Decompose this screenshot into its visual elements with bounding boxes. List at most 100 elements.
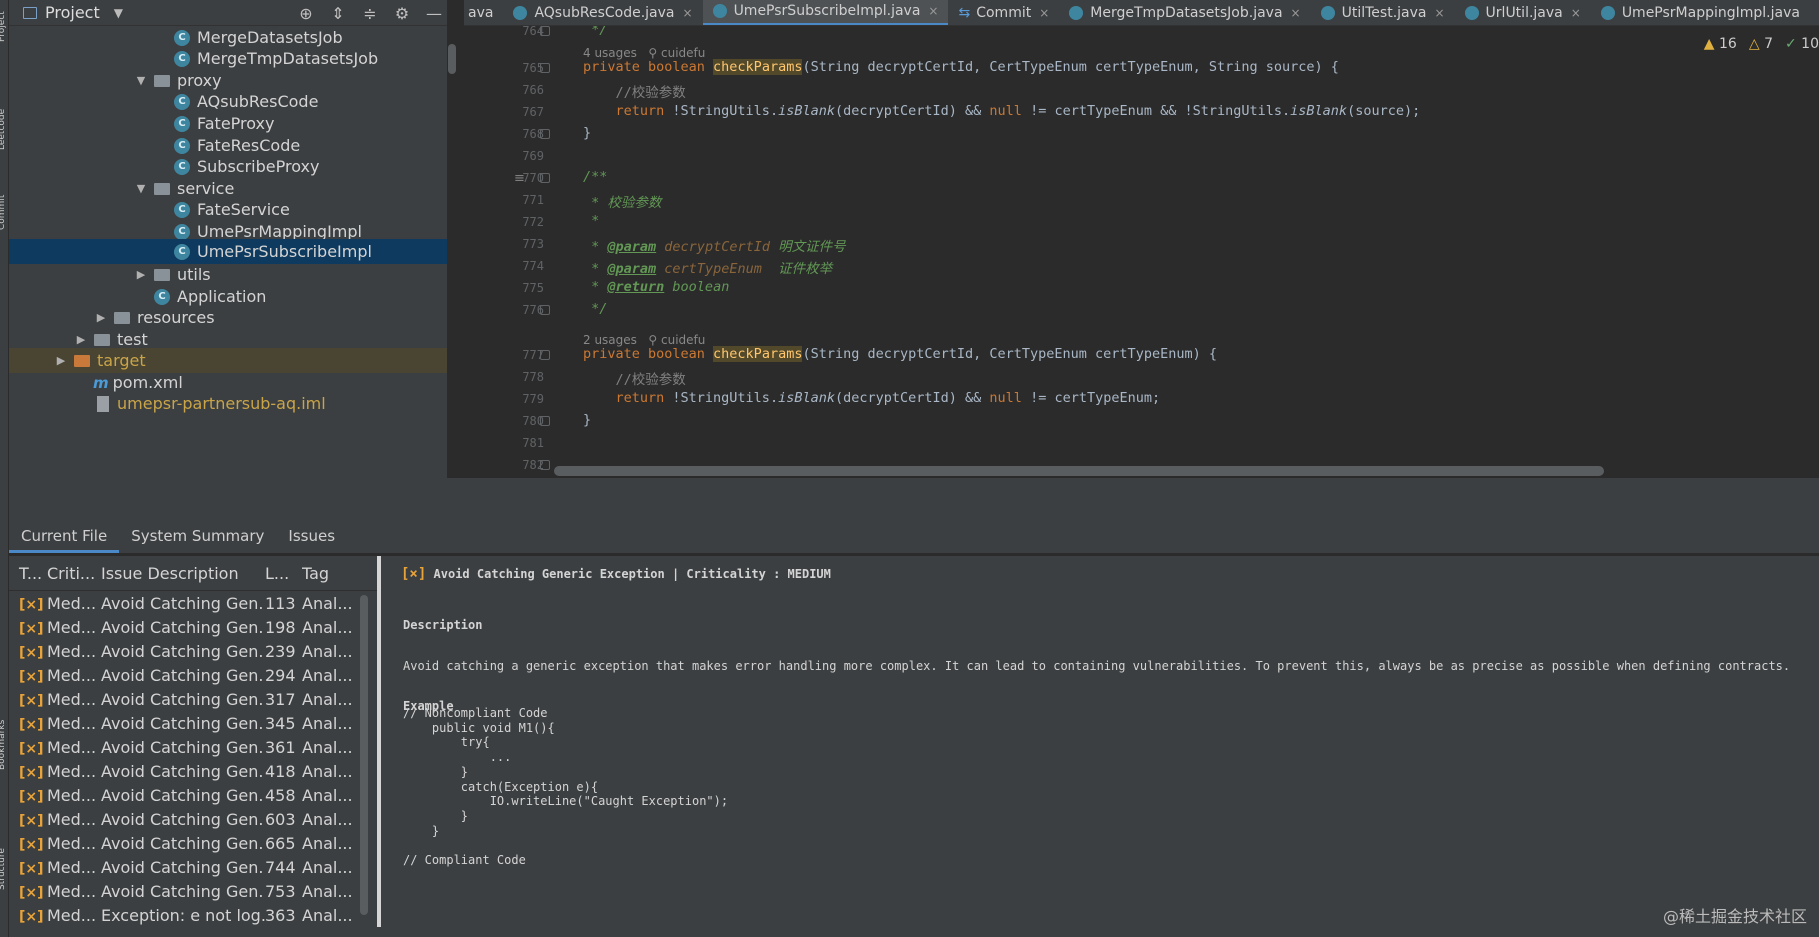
- fold-marker[interactable]: [540, 63, 550, 73]
- project-icon: [23, 6, 37, 19]
- issue-type-cell: [×]: [9, 594, 47, 613]
- table-row[interactable]: [×] Med... Avoid Catching Gen... 744 Anal...: [9, 855, 377, 879]
- tab-active[interactable]: UmePsrSubscribeImpl.java ×: [702, 0, 949, 25]
- tree-item[interactable]: umepsr-partnersub-aq.iml: [9, 391, 447, 416]
- tab[interactable]: ava: [464, 0, 503, 25]
- table-row[interactable]: [×] Med... Avoid Catching Gen... 317 Anal...: [9, 687, 377, 711]
- locate-icon[interactable]: ⊕: [297, 4, 315, 23]
- line-number: 772: [522, 215, 544, 229]
- strip-commit[interactable]: Commit: [0, 170, 9, 230]
- tag-cell: Anal...: [302, 713, 352, 733]
- issue-type-cell: [×]: [9, 618, 47, 637]
- criticality-cell: Med...: [47, 617, 97, 637]
- col-tag[interactable]: Tag: [302, 564, 352, 583]
- fold-marker[interactable]: [540, 173, 550, 183]
- tab[interactable]: ⇆ Commit ×: [948, 0, 1059, 25]
- tab-system-summary[interactable]: System Summary: [119, 527, 276, 553]
- col-type[interactable]: T...: [9, 564, 47, 583]
- tag-cell: Anal...: [302, 737, 352, 757]
- usages-hint[interactable]: 4 usages ⚲ cuidefu: [583, 46, 705, 60]
- strip-structure[interactable]: Structure: [0, 820, 9, 890]
- chevron-right-icon[interactable]: ▶: [94, 311, 108, 324]
- close-icon[interactable]: ×: [1434, 6, 1444, 20]
- ide-window: Project Leetcode Commit Bookmarks Struct…: [0, 0, 1819, 937]
- fold-marker[interactable]: [540, 129, 550, 139]
- chevron-right-icon[interactable]: ▶: [54, 354, 68, 367]
- example-code-line: }: [403, 823, 440, 838]
- inspector-tabs: Current File System Summary Issues: [9, 512, 1819, 553]
- inspection-widget[interactable]: ▲ 16 △ 7 ✓ 10: [1704, 36, 1819, 52]
- table-row[interactable]: [×] Med... Avoid Catching Gen... 361 Anal...: [9, 735, 377, 759]
- horizontal-scrollbar[interactable]: [554, 466, 1604, 476]
- table-row[interactable]: [×] Med... Avoid Catching Gen... 294 Anal...: [9, 663, 377, 687]
- usages-hint[interactable]: 2 usages ⚲ cuidefu: [583, 333, 705, 347]
- collapse-all-icon[interactable]: ≑: [361, 4, 379, 23]
- fold-marker[interactable]: [540, 26, 550, 36]
- person-icon: ⚲: [648, 333, 658, 347]
- table-row[interactable]: [×] Med... Avoid Catching Gen... 418 Anal...: [9, 759, 377, 783]
- table-row[interactable]: [×] Med... Avoid Catching Gen... 603 Anal...: [9, 807, 377, 831]
- ok-count[interactable]: ✓ 10: [1785, 36, 1819, 52]
- issue-detail: [×] Avoid Catching Generic Exception | C…: [381, 556, 1819, 927]
- chevron-right-icon[interactable]: ▶: [74, 333, 88, 346]
- table-row[interactable]: [×] Med... Avoid Catching Gen... 458 Anal...: [9, 783, 377, 807]
- close-icon[interactable]: ×: [928, 4, 938, 18]
- issues-scrollbar[interactable]: [360, 595, 368, 915]
- expand-all-icon[interactable]: ⇕: [329, 4, 347, 23]
- fold-marker[interactable]: [540, 460, 550, 470]
- line-number: 767: [522, 105, 544, 119]
- table-row[interactable]: [×] Med... Exception: e not log... 363 Anal.…: [9, 903, 377, 927]
- tree-item-selected[interactable]: C UmePsrSubscribeImpl: [9, 239, 447, 264]
- tag-cell: Anal...: [302, 809, 352, 829]
- tab-issues[interactable]: Issues: [276, 527, 347, 553]
- col-line[interactable]: L...: [265, 564, 302, 583]
- close-icon[interactable]: ×: [1291, 6, 1301, 20]
- table-row[interactable]: [×] Med... Avoid Catching Gen... 665 Anal...: [9, 831, 377, 855]
- table-row[interactable]: [×] Med... Avoid Catching Gen... 753 Anal...: [9, 879, 377, 903]
- table-row[interactable]: [×] Med... Avoid Catching Gen... 239 Anal...: [9, 639, 377, 663]
- weak-warning-count[interactable]: △ 7: [1749, 36, 1773, 52]
- issue-type-icon: [×]: [19, 620, 44, 637]
- close-icon[interactable]: ×: [683, 6, 693, 20]
- close-icon[interactable]: ×: [1039, 6, 1049, 20]
- tab[interactable]: UmePsrMappingImpl.java: [1591, 0, 1810, 25]
- class-icon: C: [174, 137, 190, 154]
- close-icon[interactable]: ×: [1571, 6, 1581, 20]
- line-number: 782: [522, 458, 544, 472]
- fold-marker[interactable]: [540, 350, 550, 360]
- description-cell: Exception: e not log...: [101, 905, 265, 925]
- example-code-line: public void M1(){: [403, 720, 555, 735]
- fold-marker[interactable]: [540, 416, 550, 426]
- code-line: private boolean checkParams(String decry…: [583, 346, 1217, 362]
- code-editor[interactable]: ▲ 16 △ 7 ✓ 10 764 765 766 767 768 769 77…: [464, 26, 1819, 478]
- panel-divider[interactable]: [9, 478, 1819, 512]
- project-scrollbar[interactable]: [448, 44, 456, 74]
- tab[interactable]: MergeTmpDatasetsJob.java ×: [1059, 0, 1310, 25]
- table-row[interactable]: [×] Med... Avoid Catching Gen... 113 Anal...: [9, 591, 377, 615]
- chevron-down-icon[interactable]: ▼: [134, 182, 148, 195]
- warning-icon: ▲: [1703, 36, 1715, 52]
- fold-marker[interactable]: [540, 305, 550, 315]
- col-description[interactable]: Issue Description: [101, 564, 265, 583]
- tab[interactable]: AQsubResCode.java ×: [503, 0, 702, 25]
- tab[interactable]: UtilTest.java ×: [1311, 0, 1455, 25]
- strip-project[interactable]: Project: [0, 2, 9, 42]
- project-title[interactable]: Project: [45, 3, 100, 22]
- tab-current-file[interactable]: Current File: [9, 527, 120, 553]
- table-row[interactable]: [×] Med... Avoid Catching Gen... 198 Anal...: [9, 615, 377, 639]
- strip-leetcode[interactable]: Leetcode: [0, 80, 9, 150]
- table-row[interactable]: [×] Med... Avoid Catching Gen... 345 Anal...: [9, 711, 377, 735]
- tab[interactable]: UrlUtil.java ×: [1455, 0, 1591, 25]
- issue-type-cell: [×]: [9, 882, 47, 901]
- warning-count[interactable]: ▲ 16: [1704, 36, 1737, 52]
- col-criticality[interactable]: Criti...: [47, 564, 101, 583]
- hide-icon[interactable]: —: [425, 4, 443, 23]
- chevron-down-icon[interactable]: ▼: [134, 74, 148, 87]
- doc-render-icon[interactable]: ≡: [514, 171, 525, 186]
- chevron-right-icon[interactable]: ▶: [134, 268, 148, 281]
- gear-icon[interactable]: ⚙: [393, 4, 411, 23]
- folder-icon: [94, 333, 110, 346]
- strip-bookmarks[interactable]: Bookmarks: [0, 690, 9, 770]
- chevron-down-icon[interactable]: ▼: [114, 6, 123, 20]
- class-icon: C: [174, 50, 190, 67]
